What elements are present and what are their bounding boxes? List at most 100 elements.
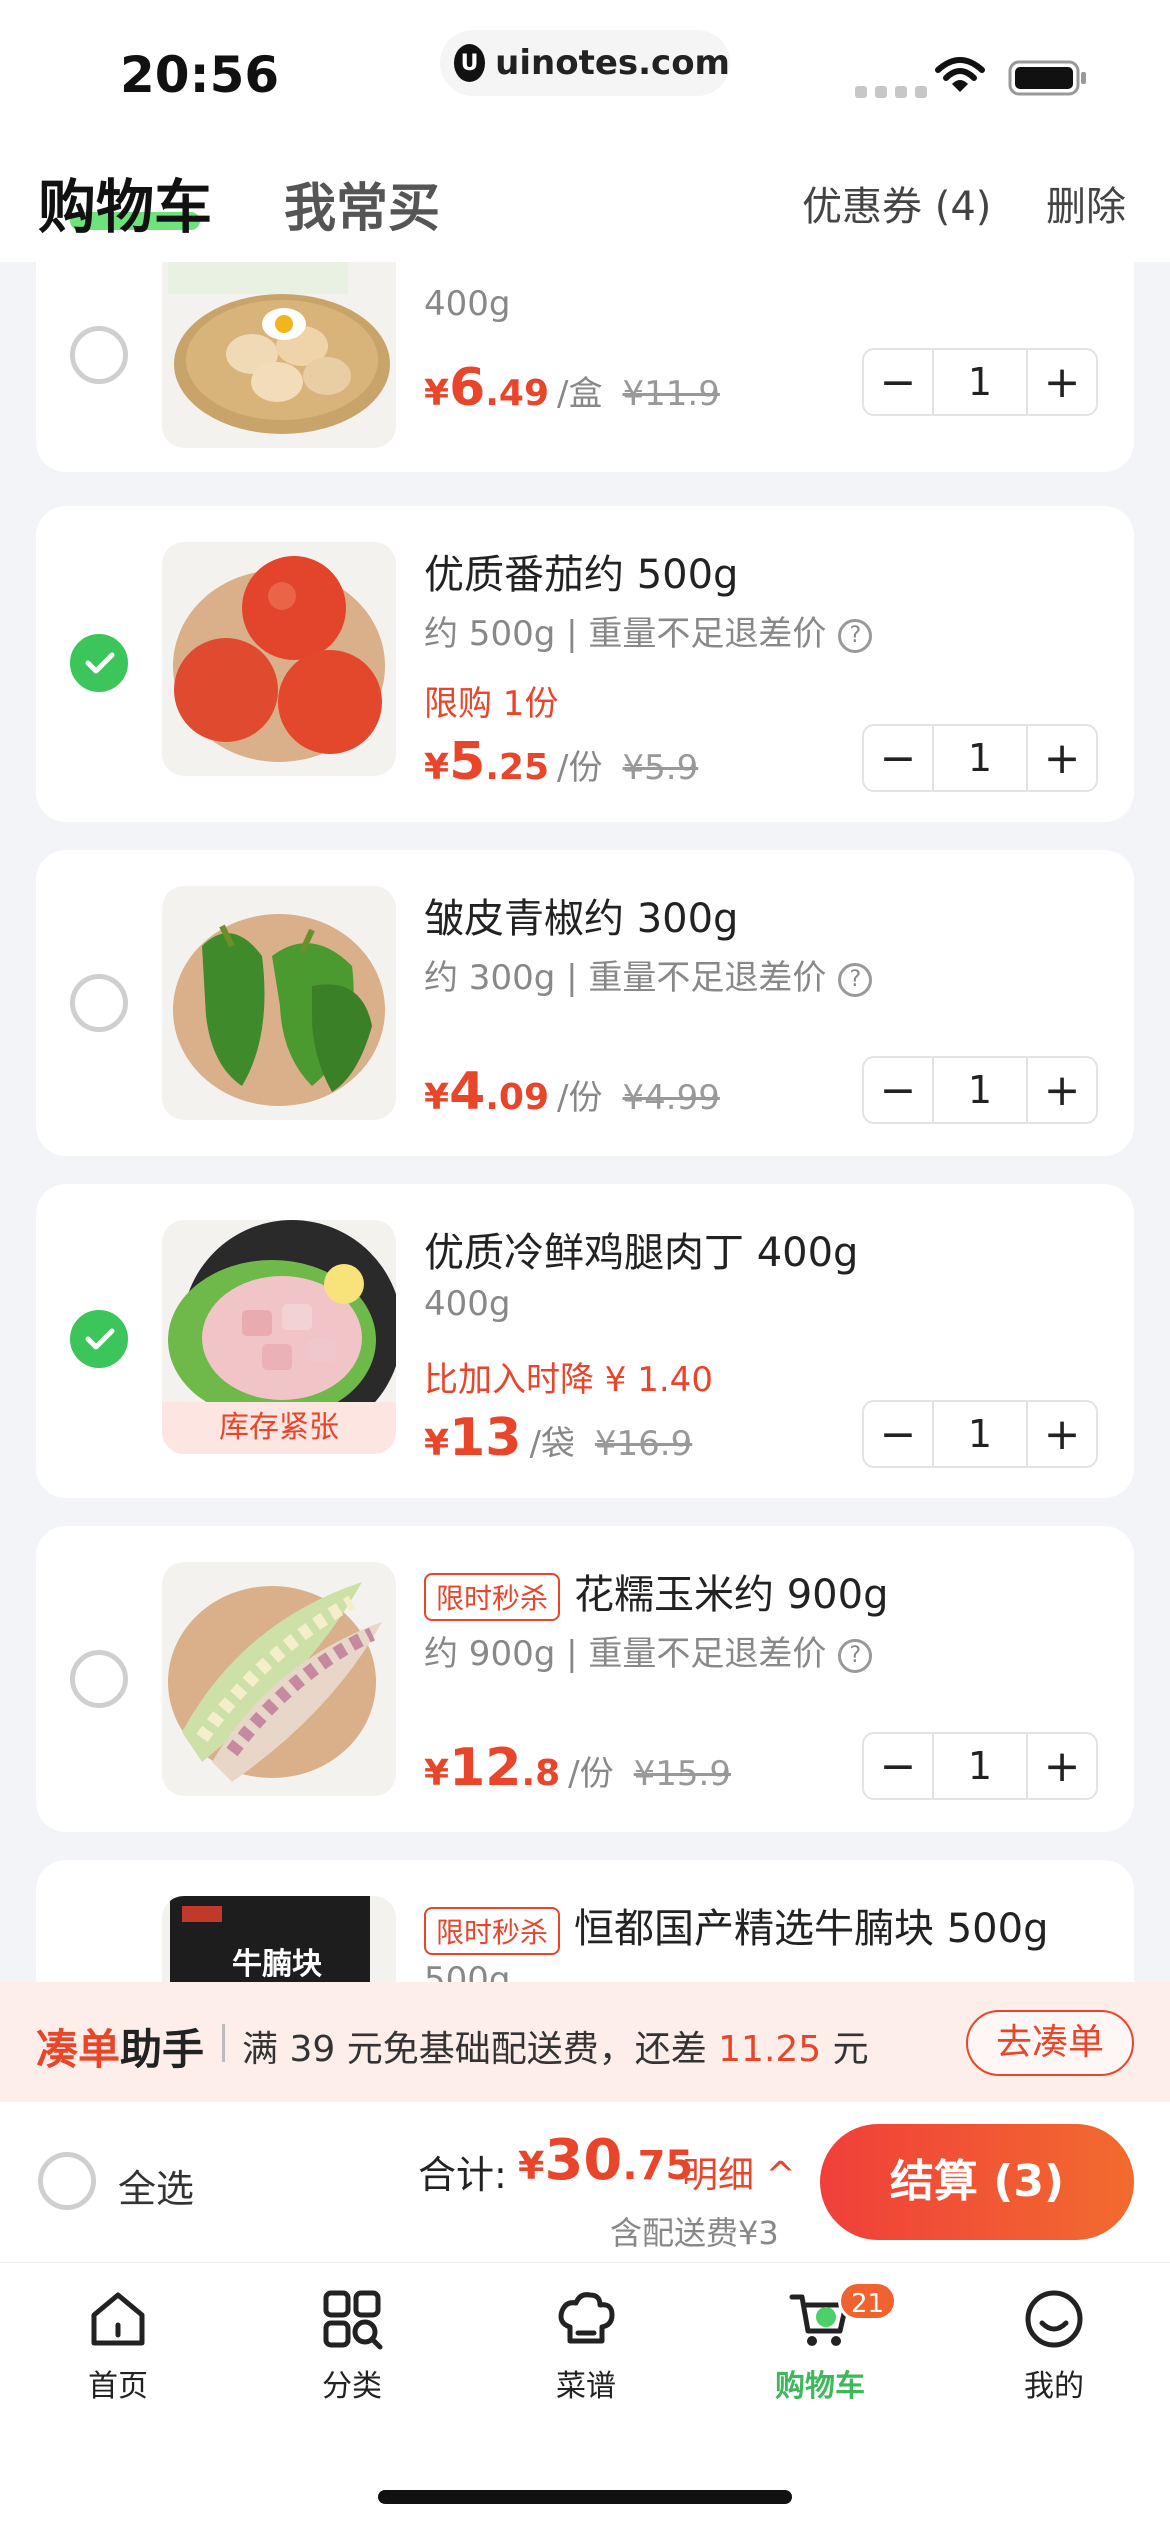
item-price: ¥4.09/份 ¥4.99 xyxy=(424,1062,720,1122)
url-text: uinotes.com xyxy=(495,43,730,83)
item-checkbox[interactable] xyxy=(70,326,128,384)
cart-item-chicken: 库存紧张 优质冷鲜鸡腿肉丁 400g 400g 比加入时降 ¥ 1.40 ¥13… xyxy=(36,1184,1134,1498)
cart-list[interactable]: 八枚土鸡蛋 400g ¥6.49/盒¥11.9 − 1 + xyxy=(0,262,1170,1982)
item-title: 限时秒杀 恒都国产精选牛腩块 500g xyxy=(424,1896,1048,1955)
qty-minus-button[interactable]: − xyxy=(864,726,932,790)
product-image-pepper xyxy=(162,886,396,1120)
checkout-button[interactable]: 结算 (3) xyxy=(820,2124,1134,2240)
cart-item-tomato: 优质番茄约 500g 约 500g | 重量不足退差价? 限购 1份 ¥5.25… xyxy=(36,506,1134,822)
product-image-corn xyxy=(162,1562,396,1796)
qty-value[interactable]: 1 xyxy=(932,1402,1028,1466)
tab-recipes[interactable]: 菜谱 xyxy=(486,2287,686,2405)
select-all-label[interactable]: 全选 xyxy=(118,2158,194,2213)
qty-minus-button[interactable]: − xyxy=(864,350,932,414)
status-time: 20:56 xyxy=(120,46,280,104)
delete-button[interactable]: 删除 xyxy=(1046,174,1126,232)
item-title: 皱皮青椒约 300g xyxy=(424,896,739,942)
order-helper-bar: 凑单助手 满 39 元免基础配送费，还差 11.25 元 去凑单 xyxy=(0,1982,1170,2102)
helper-message: 满 39 元免基础配送费，还差 11.25 元 xyxy=(242,2029,869,2070)
cart-item-corn: 限时秒杀 花糯玉米约 900g 约 900g | 重量不足退差价? ¥12.8/份… xyxy=(36,1526,1134,1832)
helper-title: 凑单助手 xyxy=(36,2025,205,2074)
item-promo: 限购 1份 xyxy=(424,684,559,724)
item-title: 优质冷鲜鸡腿肉丁 400g xyxy=(424,1230,859,1276)
item-title: 限时秒杀 花糯玉米约 900g xyxy=(424,1562,888,1621)
tab-frequent[interactable]: 我常买 xyxy=(284,166,440,241)
qty-minus-button[interactable]: − xyxy=(864,1402,932,1466)
item-price-drop: 比加入时降 ¥ 1.40 xyxy=(424,1360,713,1400)
tab-cart-active[interactable]: 21 购物车 xyxy=(720,2281,920,2405)
item-spec: 400g xyxy=(424,1284,511,1324)
quantity-stepper: − 1 + xyxy=(862,348,1098,416)
item-price: ¥12.8/份 ¥15.9 xyxy=(424,1738,731,1798)
svg-text:八枚土鸡蛋: 八枚土鸡蛋 xyxy=(182,262,282,263)
help-icon[interactable]: ? xyxy=(838,618,873,653)
quantity-stepper: − 1 + xyxy=(862,1056,1098,1124)
product-image-chicken: 库存紧张 xyxy=(162,1220,396,1454)
cart-count-badge: 21 xyxy=(838,2281,898,2321)
item-spec: 400g xyxy=(424,284,511,324)
item-spec: 500g xyxy=(424,1960,511,1982)
item-price: ¥5.25/份 ¥5.9 xyxy=(424,732,699,792)
help-icon[interactable]: ? xyxy=(838,962,873,997)
tab-label: 购物车 xyxy=(775,2369,865,2404)
item-checkbox[interactable] xyxy=(70,1650,128,1708)
product-image-beef: 牛腩块 xyxy=(162,1896,396,1982)
item-checkbox-checked[interactable] xyxy=(70,634,128,692)
item-spec: 约 500g | 重量不足退差价? xyxy=(424,606,873,655)
qty-value[interactable]: 1 xyxy=(932,350,1028,414)
item-spec: 约 300g | 重量不足退差价? xyxy=(424,950,873,999)
signal-icon xyxy=(855,86,927,98)
item-checkbox[interactable] xyxy=(70,974,128,1032)
quantity-stepper: − 1 + xyxy=(862,724,1098,792)
qty-plus-button[interactable]: + xyxy=(1028,726,1096,790)
qty-value[interactable]: 1 xyxy=(932,1058,1028,1122)
tab-home[interactable]: 首页 xyxy=(18,2287,218,2405)
profile-icon xyxy=(1025,2290,1083,2348)
home-icon xyxy=(91,2292,145,2346)
qty-plus-button[interactable]: + xyxy=(1028,1734,1096,1798)
qty-value[interactable]: 1 xyxy=(932,726,1028,790)
checkout-bar: 全选 合计: ¥30.75 明细 ^ 含配送费¥3 结算 (3) xyxy=(0,2102,1170,2262)
qty-value[interactable]: 1 xyxy=(932,1734,1028,1798)
tab-label: 首页 xyxy=(88,2369,148,2404)
cart-item-beef: 牛腩块 限时秒杀 恒都国产精选牛腩块 500g 500g xyxy=(36,1860,1134,1982)
status-bar: 20:56 U uinotes.com xyxy=(0,0,1170,140)
chef-hat-icon xyxy=(558,2292,615,2344)
flash-sale-tag: 限时秒杀 xyxy=(424,1573,561,1621)
total-price: ¥30.75 xyxy=(518,2128,694,2193)
category-icon xyxy=(323,2290,383,2350)
tab-label: 分类 xyxy=(322,2369,382,2404)
tab-cart[interactable]: 购物车 xyxy=(38,160,212,244)
quantity-stepper: − 1 + xyxy=(862,1732,1098,1800)
qty-plus-button[interactable]: + xyxy=(1028,350,1096,414)
site-logo-icon: U xyxy=(454,44,486,82)
item-price: ¥13/袋 ¥16.9 xyxy=(424,1408,693,1468)
help-icon[interactable]: ? xyxy=(838,1638,873,1673)
product-image-eggs: 八枚土鸡蛋 xyxy=(162,262,396,448)
helper-divider xyxy=(222,2024,225,2062)
coupon-button[interactable]: 优惠券 (4) xyxy=(802,174,991,232)
cart-item-eggs: 八枚土鸡蛋 400g ¥6.49/盒¥11.9 − 1 + xyxy=(36,262,1134,472)
battery-icon xyxy=(1008,60,1086,96)
add-on-items-button[interactable]: 去凑单 xyxy=(966,2010,1134,2076)
item-title: 优质番茄约 500g xyxy=(424,552,739,598)
tab-category[interactable]: 分类 xyxy=(252,2287,452,2405)
qty-plus-button[interactable]: + xyxy=(1028,1058,1096,1122)
tab-label: 菜谱 xyxy=(556,2369,616,2404)
url-pill[interactable]: U uinotes.com xyxy=(440,30,730,96)
price-detail-button[interactable]: 明细 ^ xyxy=(682,2146,796,2198)
flash-sale-tag: 限时秒杀 xyxy=(424,1907,561,1955)
home-indicator[interactable] xyxy=(378,2490,792,2504)
quantity-stepper: − 1 + xyxy=(862,1400,1098,1468)
wifi-icon xyxy=(935,57,985,92)
cart-header: 购物车 我常买 优惠券 (4) 删除 xyxy=(0,140,1170,262)
qty-plus-button[interactable]: + xyxy=(1028,1402,1096,1466)
item-checkbox-checked[interactable] xyxy=(70,1310,128,1368)
item-price: ¥6.49/盒 ¥11.9 xyxy=(424,358,720,418)
select-all-checkbox[interactable] xyxy=(38,2152,96,2210)
qty-minus-button[interactable]: − xyxy=(864,1058,932,1122)
total-label: 合计: xyxy=(418,2153,507,2197)
qty-minus-button[interactable]: − xyxy=(864,1734,932,1798)
tab-profile[interactable]: 我的 xyxy=(954,2287,1154,2405)
product-image-tomato xyxy=(162,542,396,776)
